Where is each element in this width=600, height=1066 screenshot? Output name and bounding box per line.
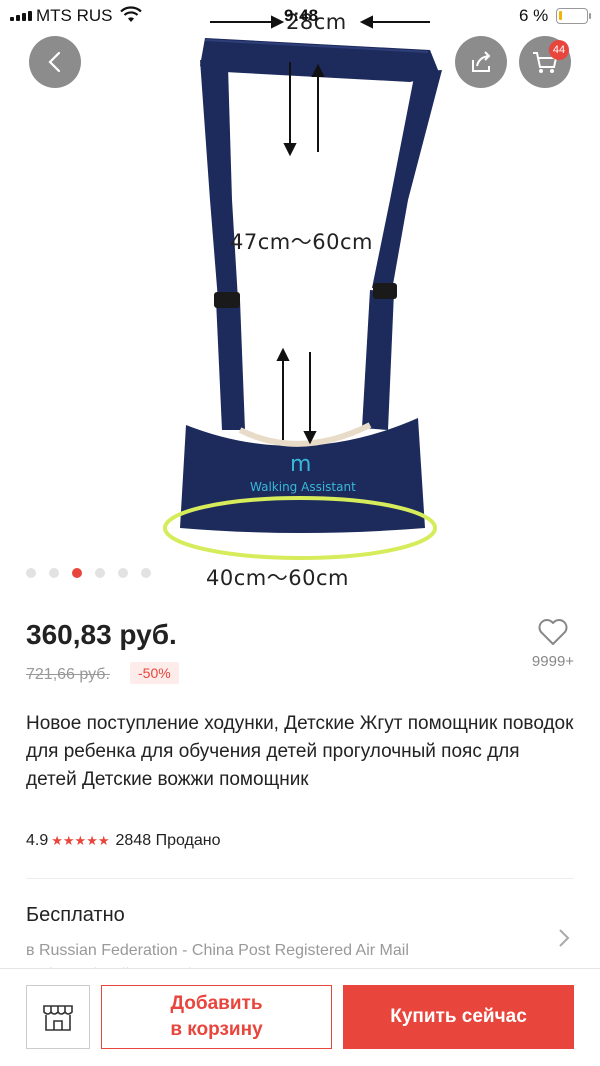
signal-strength-icon xyxy=(10,11,32,21)
add-to-cart-label-line1: Добавить xyxy=(170,993,263,1014)
bottom-action-bar: Добавить в корзину Купить сейчас xyxy=(0,968,600,1066)
logo-text: Walking Assistant xyxy=(250,480,356,494)
chevron-right-icon xyxy=(559,929,570,947)
gallery-dot[interactable] xyxy=(26,568,36,578)
share-icon xyxy=(472,51,491,72)
harness-illustration xyxy=(163,15,442,560)
carrier-name: MTS RUS xyxy=(36,6,113,25)
logo-letter: m xyxy=(290,452,312,477)
wishlist-count: 9999+ xyxy=(531,653,575,670)
shipping-details-button[interactable] xyxy=(556,926,572,955)
rating-value: 4.9 xyxy=(26,832,49,849)
waist-label: 40cm～60cm xyxy=(206,566,349,590)
back-button[interactable] xyxy=(29,36,81,88)
buy-now-button[interactable]: Купить сейчас xyxy=(343,985,574,1049)
battery-percent: 6 % xyxy=(519,6,549,25)
gallery-dot[interactable] xyxy=(49,568,59,578)
store-icon xyxy=(43,1005,73,1031)
heart-icon xyxy=(538,619,568,645)
add-to-cart-label-line2: в корзину xyxy=(170,1019,263,1040)
sold-count: 2848 Продано xyxy=(115,832,221,849)
shipping-title: Бесплатно xyxy=(26,904,125,926)
status-time: 9:48 xyxy=(284,6,319,25)
gallery-dot[interactable] xyxy=(141,568,151,578)
strap-length-label: 47cm～60cm xyxy=(230,230,373,254)
gallery-pagination[interactable] xyxy=(26,568,151,578)
share-button[interactable] xyxy=(455,36,507,88)
rating-stars: ★★★★★ xyxy=(51,833,110,848)
product-title: Новое поступление ходунки, Детские Жгут … xyxy=(26,713,574,790)
add-to-cart-button[interactable]: Добавить в корзину xyxy=(101,985,332,1049)
gallery-dot[interactable] xyxy=(72,568,82,578)
discount-badge: -50% xyxy=(130,662,179,684)
gallery-dot[interactable] xyxy=(95,568,105,578)
cart-count-badge: 44 xyxy=(549,40,569,60)
battery-icon xyxy=(556,8,591,24)
current-price: 360,83 руб. xyxy=(26,619,177,650)
chevron-left-icon xyxy=(48,51,61,73)
gallery-dot[interactable] xyxy=(118,568,128,578)
status-bar: MTS RUS 9:48 6 % xyxy=(0,0,600,32)
divider xyxy=(26,878,574,879)
wishlist-button[interactable]: 9999+ xyxy=(522,618,584,670)
original-price: 721,66 руб. xyxy=(26,666,110,683)
rating-row[interactable]: 4.9 ★★★★★ 2848 Продано xyxy=(26,832,220,850)
cart-button[interactable]: 44 xyxy=(519,36,571,88)
wifi-icon xyxy=(120,6,142,29)
store-button[interactable] xyxy=(26,985,90,1049)
product-image[interactable]: 28cm 47cm～60cm 40cm～60cm m Walking Assis… xyxy=(0,0,600,600)
